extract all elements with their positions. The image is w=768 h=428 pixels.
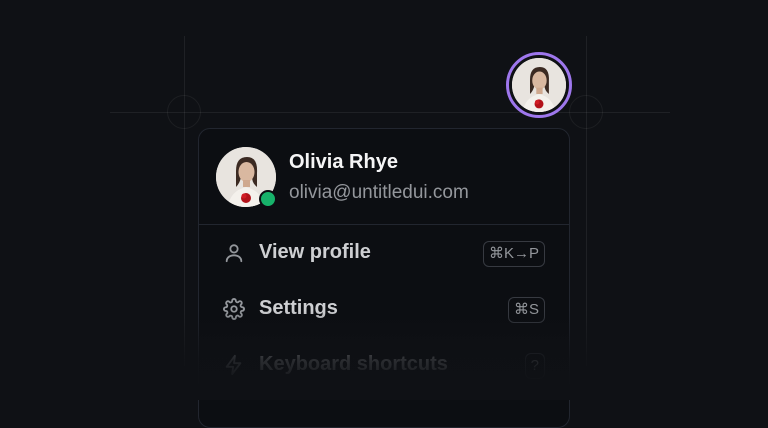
avatar-button[interactable] [506,52,572,118]
menu-item-label: Settings [259,297,338,319]
user-name: Olivia Rhye [289,151,398,173]
avatar-photo [512,58,566,112]
user-icon [223,242,245,264]
menu-item-settings[interactable]: Settings ⌘S [199,281,569,337]
menu-item-label: View profile [259,241,371,263]
shortcut-badge: ? [524,353,545,379]
account-dropdown: Olivia Rhye olivia@untitledui.com View p… [198,128,570,428]
menu-item-label: Keyboard shortcuts [259,353,448,375]
shortcut-badge: ⌘S [507,297,545,323]
online-status-indicator [259,190,277,208]
avatar [512,58,566,112]
dropdown-avatar [216,147,277,208]
guide-line-vertical-left [184,36,185,366]
guide-line-vertical-right [586,36,587,366]
dropdown-menu: View profile ⌘K→P Settings ⌘S Keyboard s… [199,225,569,393]
menu-item-view-profile[interactable]: View profile ⌘K→P [199,225,569,281]
shortcut-badge: ⌘K→P [482,241,545,267]
guide-circle-left [167,95,201,129]
user-email: olivia@untitledui.com [289,182,469,203]
gear-icon [223,298,245,320]
zap-icon [223,354,245,376]
dropdown-header: Olivia Rhye olivia@untitledui.com [199,129,569,225]
guide-circle-right [569,95,603,129]
menu-item-keyboard-shortcuts[interactable]: Keyboard shortcuts ? [199,337,569,393]
